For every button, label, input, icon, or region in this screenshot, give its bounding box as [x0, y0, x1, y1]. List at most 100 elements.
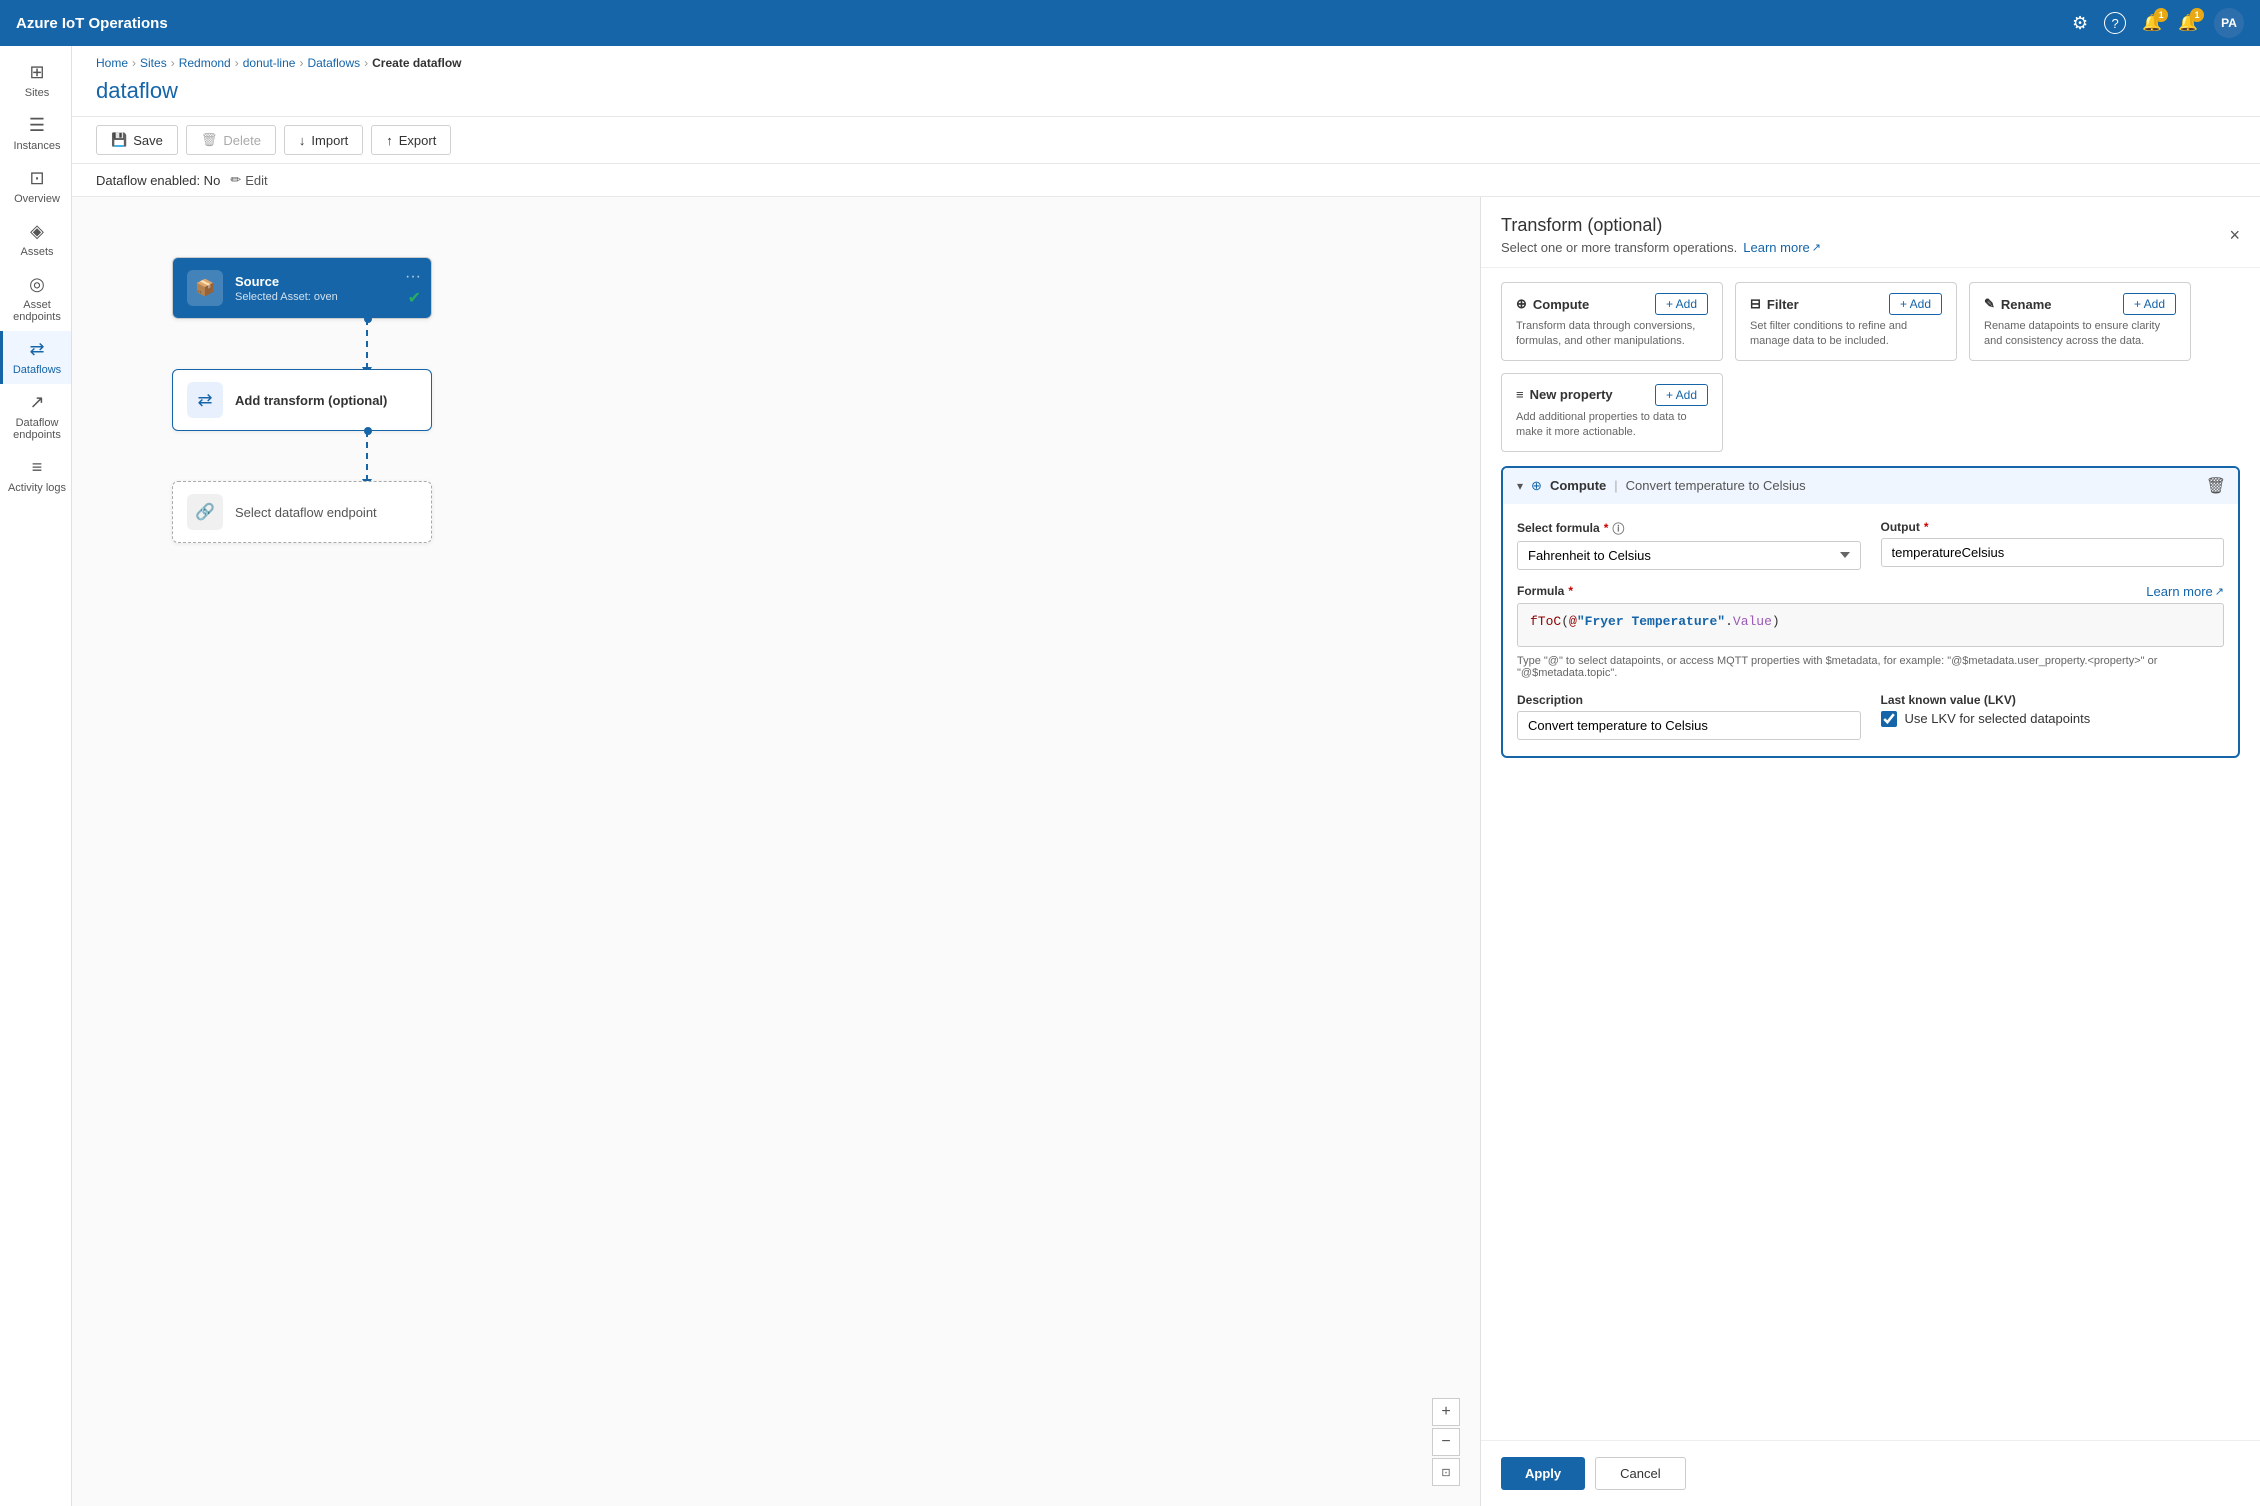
save-button[interactable]: 💾 Save — [96, 125, 178, 155]
source-node[interactable]: 📦 Source Selected Asset: oven ··· ✔ — [172, 257, 432, 319]
op-card-new-property-desc: Add additional properties to data to mak… — [1516, 410, 1708, 441]
op-card-filter-header: ⊟ Filter + Add — [1750, 293, 1942, 315]
compute-form-body: Select formula * ⓘ Fahrenheit to Celsius — [1503, 504, 2238, 756]
panel-footer: Apply Cancel — [1481, 1440, 2260, 1506]
formula-label: Formula * — [1517, 584, 1573, 598]
cancel-button[interactable]: Cancel — [1595, 1457, 1685, 1490]
flow-node-endpoint: 🔗 Select dataflow endpoint — [172, 481, 432, 543]
source-node-icon: 📦 — [187, 270, 223, 306]
sidebar-item-label-asset-endpoints: Asset endpoints — [7, 299, 67, 323]
nav-left: Azure IoT Operations — [16, 15, 168, 32]
op-card-new-property: ≡ New property + Add Add additional prop… — [1501, 373, 1723, 452]
transform-node[interactable]: ⇄ Add transform (optional) — [172, 369, 432, 431]
zoom-fit-button[interactable]: ⊡ — [1432, 1458, 1460, 1486]
top-nav: Azure IoT Operations ⚙ ? 🔔 1 🔔 1 PA — [0, 0, 2260, 46]
save-icon: 💾 — [111, 132, 127, 148]
op-card-rename-desc: Rename datapoints to ensure clarity and … — [1984, 319, 2176, 350]
user-avatar[interactable]: PA — [2214, 8, 2244, 38]
help-icon[interactable]: ? — [2104, 12, 2126, 34]
endpoint-node[interactable]: 🔗 Select dataflow endpoint — [172, 481, 432, 543]
sidebar-item-instances[interactable]: ☰ Instances — [0, 107, 71, 160]
nav-right: ⚙ ? 🔔 1 🔔 1 PA — [2072, 8, 2244, 38]
panel-subtitle-text: Select one or more transform operations. — [1501, 240, 1737, 255]
panel-learn-more-link[interactable]: Learn more ↗ — [1743, 240, 1821, 255]
formula-label-row: Formula * Learn more ↗ — [1517, 584, 2224, 599]
description-group: Description — [1517, 693, 1861, 740]
op-card-compute-header: ⊕ Compute + Add — [1516, 293, 1708, 315]
dataflow-status: Dataflow enabled: No — [96, 173, 220, 188]
asset-endpoints-icon: ◎ — [29, 274, 45, 295]
panel-scroll[interactable]: ⊕ Compute + Add Transform data through c… — [1481, 268, 2260, 1440]
compute-section-sep: | — [1614, 478, 1617, 493]
apply-button[interactable]: Apply — [1501, 1457, 1585, 1490]
compute-section-subtitle: Convert temperature to Celsius — [1626, 478, 1806, 493]
import-label: Import — [311, 133, 348, 148]
dataflows-icon: ⇄ — [29, 339, 44, 360]
external-link-icon: ↗ — [1812, 241, 1821, 254]
sidebar-item-asset-endpoints[interactable]: ◎ Asset endpoints — [0, 266, 71, 331]
breadcrumb-donut-line[interactable]: donut-line — [243, 56, 296, 70]
rename-icon: ✎ — [1984, 296, 1995, 312]
sidebar-item-label-instances: Instances — [13, 140, 60, 152]
endpoint-node-info: Select dataflow endpoint — [235, 505, 377, 520]
flow-nodes: 📦 Source Selected Asset: oven ··· ✔ — [172, 257, 432, 543]
connector-dot-1 — [364, 315, 372, 323]
source-node-more[interactable]: ··· — [405, 268, 421, 286]
formula-hint: Type "@" to select datapoints, or access… — [1517, 655, 2224, 679]
settings-icon[interactable]: ⚙ — [2072, 13, 2088, 34]
output-input[interactable] — [1881, 538, 2225, 567]
sidebar-item-overview[interactable]: ⊡ Overview — [0, 160, 71, 213]
canvas-area: 📦 Source Selected Asset: oven ··· ✔ — [72, 197, 2260, 1506]
sidebar-item-dataflows[interactable]: ⇄ Dataflows — [0, 331, 71, 384]
compute-add-button[interactable]: + Add — [1655, 293, 1708, 315]
breadcrumb-current: Create dataflow — [372, 56, 461, 70]
sidebar-item-dataflow-endpoints[interactable]: ↗ Dataflow endpoints — [0, 384, 71, 449]
op-card-rename-title: ✎ Rename — [1984, 296, 2051, 312]
lkv-checkbox-row: Use LKV for selected datapoints — [1881, 711, 2225, 727]
edit-button[interactable]: ✏ Edit — [230, 172, 267, 188]
breadcrumb-home[interactable]: Home — [96, 56, 128, 70]
zoom-out-button[interactable]: − — [1432, 1428, 1460, 1456]
select-formula-label: Select formula * ⓘ — [1517, 520, 1861, 537]
compute-section-delete-button[interactable]: 🗑 — [2206, 476, 2226, 496]
new-property-add-button[interactable]: + Add — [1655, 384, 1708, 406]
description-input[interactable] — [1517, 711, 1861, 740]
endpoint-node-icon: 🔗 — [187, 494, 223, 530]
panel-close-button[interactable]: × — [2229, 225, 2240, 246]
op-card-compute: ⊕ Compute + Add Transform data through c… — [1501, 282, 1723, 361]
compute-icon: ⊕ — [1516, 296, 1527, 312]
notification2-icon[interactable]: 🔔 1 — [2178, 13, 2198, 33]
export-button[interactable]: ↑ Export — [371, 125, 451, 155]
page-header: dataflow — [72, 74, 2260, 116]
formula-external-link-icon: ↗ — [2215, 585, 2224, 598]
op-card-compute-title: ⊕ Compute — [1516, 296, 1589, 312]
lkv-checkbox[interactable] — [1881, 711, 1897, 727]
delete-button[interactable]: 🗑 Delete — [186, 125, 276, 155]
sidebar-item-assets[interactable]: ◈ Assets — [0, 213, 71, 266]
breadcrumb-sites[interactable]: Sites — [140, 56, 167, 70]
transform-node-info: Add transform (optional) — [235, 393, 387, 408]
endpoint-node-label: Select dataflow endpoint — [235, 505, 377, 520]
op-card-rename-header: ✎ Rename + Add — [1984, 293, 2176, 315]
formula-func: fToC — [1530, 614, 1561, 629]
filter-add-button[interactable]: + Add — [1889, 293, 1942, 315]
sidebar-item-label-assets: Assets — [20, 246, 53, 258]
rename-add-button[interactable]: + Add — [2123, 293, 2176, 315]
breadcrumb-dataflows[interactable]: Dataflows — [307, 56, 360, 70]
compute-chevron-icon[interactable]: ▾ — [1517, 479, 1523, 493]
select-formula-input[interactable]: Fahrenheit to Celsius — [1517, 541, 1861, 570]
formula-prop: Value — [1733, 614, 1772, 629]
zoom-in-button[interactable]: + — [1432, 1398, 1460, 1426]
transform-panel: Transform (optional) Select one or more … — [1480, 197, 2260, 1506]
import-icon: ↓ — [299, 133, 306, 148]
sidebar-item-activity-logs[interactable]: ≡ Activity logs — [0, 449, 71, 502]
sidebar-item-sites[interactable]: ⊞ Sites — [0, 54, 71, 107]
formula-learn-more-link[interactable]: Learn more ↗ — [2146, 584, 2224, 599]
breadcrumb-redmond[interactable]: Redmond — [179, 56, 231, 70]
output-required: * — [1924, 520, 1929, 534]
notification1-icon[interactable]: 🔔 1 — [2142, 13, 2162, 33]
formula-box[interactable]: fToC(@"Fryer Temperature".Value) — [1517, 603, 2224, 647]
edit-icon: ✏ — [230, 172, 241, 188]
op-card-filter: ⊟ Filter + Add Set filter conditions to … — [1735, 282, 1957, 361]
import-button[interactable]: ↓ Import — [284, 125, 363, 155]
